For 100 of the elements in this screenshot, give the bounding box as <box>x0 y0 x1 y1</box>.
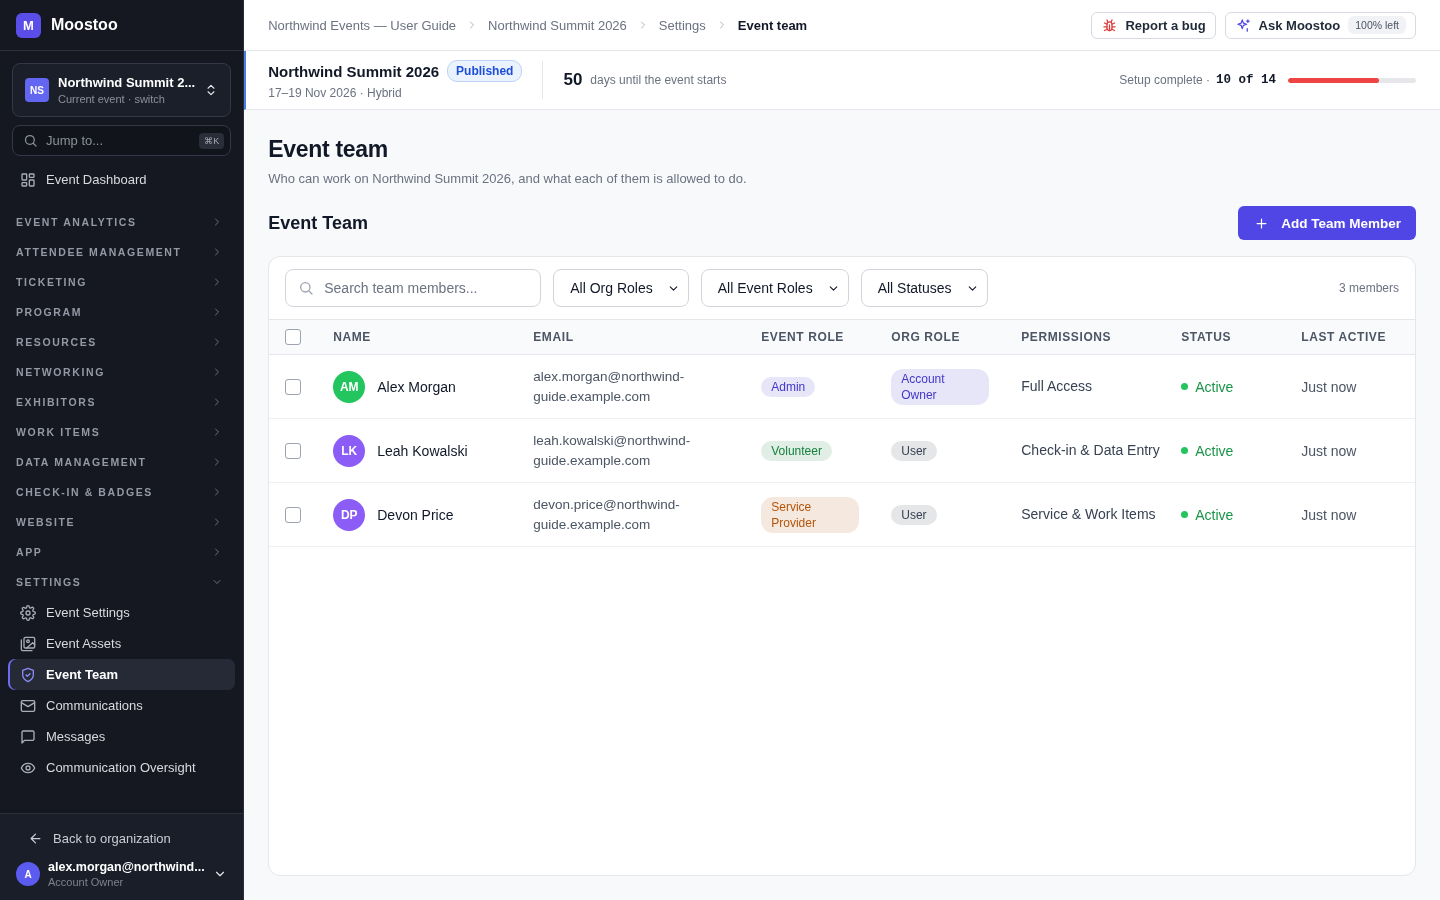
status-badge: Published <box>447 60 523 82</box>
section-title: Event Team <box>268 212 368 234</box>
event-role-tag: Volunteer <box>761 440 832 461</box>
nav-section[interactable]: DATA MANAGEMENT <box>8 447 236 477</box>
setup-label: Setup complete · <box>1119 73 1210 87</box>
breadcrumb: Event team <box>737 17 808 33</box>
sparkles-icon <box>1235 17 1251 33</box>
nav-section[interactable]: WORK ITEMS <box>8 417 236 447</box>
event-meta: 17–19 Nov 2026 · Hybrid <box>268 86 403 100</box>
ask-assistant-button[interactable]: Ask Moostoo 100% left <box>1224 11 1416 39</box>
shield-check-icon <box>20 666 36 683</box>
permissions-text: Service & Work Items <box>1021 505 1156 524</box>
nav-item[interactable]: Messages <box>8 721 236 752</box>
logo-icon: M <box>16 12 41 38</box>
grid-icon <box>20 171 36 188</box>
user-email: alex.morgan@northwind... <box>48 860 206 874</box>
days-count: 50 <box>563 70 583 90</box>
search-field[interactable]: Search team members... <box>285 269 542 307</box>
checkbox[interactable] <box>285 329 302 345</box>
member-name: Devon Price <box>377 506 454 523</box>
search-icon <box>23 133 38 148</box>
column-header: EVENT ROLE <box>761 330 844 344</box>
nav-section[interactable]: RESOURCES <box>8 327 236 357</box>
member-avatar: DP <box>333 498 366 531</box>
filter-dropdown[interactable]: All Statuses <box>860 269 988 307</box>
member-avatar: AM <box>333 370 366 403</box>
nav-item[interactable]: Event Settings <box>8 597 236 628</box>
column-header: LAST ACTIVE <box>1301 330 1387 344</box>
permissions-text: Full Access <box>1021 377 1093 396</box>
event-role-tag: Service Provider <box>761 496 860 533</box>
nav-section[interactable]: APP <box>8 537 236 567</box>
nav-item[interactable]: Event Team <box>8 659 236 690</box>
mail-icon <box>20 697 36 714</box>
last-active-text: Just now <box>1301 378 1357 395</box>
column-header: STATUS <box>1181 330 1232 344</box>
checkbox[interactable] <box>285 378 302 395</box>
filter-dropdown[interactable]: All Event Roles <box>700 269 849 307</box>
settings-icon <box>20 604 36 621</box>
report-bug-button[interactable]: Report a bug <box>1091 11 1216 39</box>
bug-icon <box>1102 17 1118 33</box>
event-switcher[interactable]: NS Northwind Summit 2... Current event · switch <box>12 63 232 117</box>
event-name: Northwind Summit 2... <box>58 75 196 90</box>
search-icon <box>298 280 315 296</box>
shortcut-hint: ⌘K <box>199 132 225 149</box>
member-name: Alex Morgan <box>377 378 456 395</box>
status-text: Active <box>1195 378 1234 395</box>
breadcrumb[interactable]: Northwind Summit 2026 <box>488 17 627 33</box>
days-caption: days until the event starts <box>590 73 727 87</box>
org-role-tag: User <box>891 440 937 461</box>
event-caption: Current event · switch <box>58 93 166 105</box>
member-avatar: LK <box>333 434 366 467</box>
nav-section[interactable]: TICKETING <box>8 267 236 297</box>
checkbox[interactable] <box>285 442 302 459</box>
nav-section[interactable]: EVENT ANALYTICS <box>8 207 236 237</box>
user-menu[interactable]: A alex.morgan@northwind... Account Owner <box>12 854 232 888</box>
org-role-tag: Account Owner <box>891 368 990 405</box>
checkbox[interactable] <box>285 506 302 523</box>
nav-section[interactable]: NETWORKING <box>8 357 236 387</box>
user-role: Account Owner <box>48 876 125 888</box>
images-icon <box>20 635 36 652</box>
nav-item[interactable]: Event Dashboard <box>8 164 236 195</box>
member-count: 3 members <box>1338 281 1399 295</box>
member-email: devon.price@northwind-guide.example.com <box>533 495 681 534</box>
last-active-text: Just now <box>1301 442 1357 459</box>
column-header: NAME <box>333 330 371 344</box>
nav-item[interactable]: Communication Oversight <box>8 752 236 783</box>
quota-badge: 100% left <box>1348 16 1406 34</box>
column-header: PERMISSIONS <box>1021 330 1112 344</box>
member-name: Leah Kowalski <box>377 442 468 459</box>
column-header: ORG ROLE <box>891 330 961 344</box>
brand-name: Moostoo <box>51 16 118 34</box>
plus-icon <box>1254 215 1270 231</box>
chat-icon <box>20 728 36 745</box>
nav-section[interactable]: CHECK-IN & BADGES <box>8 477 236 507</box>
permissions-text: Check-in & Data Entry <box>1021 441 1160 460</box>
filter-dropdown[interactable]: All Org Roles <box>553 269 689 307</box>
event-avatar: NS <box>25 78 49 102</box>
jump-search-field[interactable]: Jump to... ⌘K <box>12 125 232 156</box>
add-team-member-button[interactable]: Add Team Member <box>1238 206 1416 240</box>
nav-section[interactable]: EXHIBITORS <box>8 387 236 417</box>
status-text: Active <box>1195 506 1234 523</box>
user-avatar: A <box>16 862 40 886</box>
nav-section[interactable]: WEBSITE <box>8 507 236 537</box>
event-role-tag: Admin <box>761 376 816 397</box>
setup-count: 10 of 14 <box>1216 73 1276 87</box>
page-title: Event team <box>268 136 389 163</box>
breadcrumb[interactable]: Northwind Events — User Guide <box>268 17 457 33</box>
nav-item[interactable]: Communications <box>8 690 236 721</box>
nav-item[interactable]: Event Assets <box>8 628 236 659</box>
event-title: Northwind Summit 2026 <box>268 62 440 80</box>
nav-section[interactable]: PROGRAM <box>8 297 236 327</box>
member-email: leah.kowalski@northwind-guide.example.com <box>533 431 692 470</box>
back-link[interactable]: Back to organization <box>12 822 232 854</box>
nav-section[interactable]: ATTENDEE MANAGEMENT <box>8 237 236 267</box>
arrow-left-icon <box>28 830 43 846</box>
breadcrumb[interactable]: Settings <box>658 17 706 33</box>
column-header: EMAIL <box>533 330 574 344</box>
status-text: Active <box>1195 442 1234 459</box>
member-email: alex.morgan@northwind-guide.example.com <box>533 367 686 406</box>
nav-section[interactable]: SETTINGS <box>8 567 236 597</box>
